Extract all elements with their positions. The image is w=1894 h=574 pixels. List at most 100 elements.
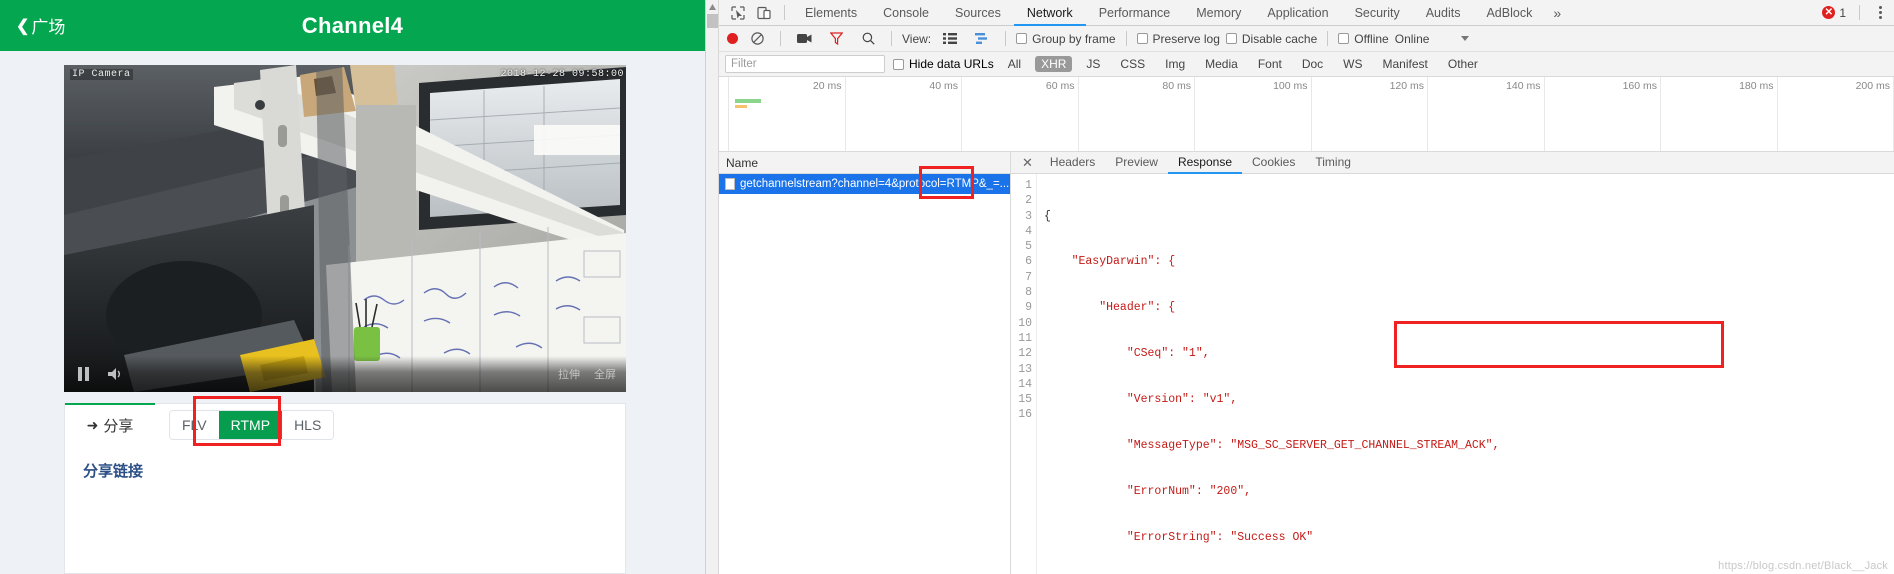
mobile-tab-strip: ➜ 分享 FLV RTMP HLS — [64, 403, 626, 446]
back-button[interactable]: ❮ 广场 — [16, 13, 65, 38]
list-view-icon[interactable] — [937, 27, 963, 51]
close-icon[interactable]: ✕ — [1015, 155, 1040, 171]
scroll-up-arrow-icon[interactable] — [708, 3, 717, 11]
device-toggle-icon[interactable] — [751, 1, 777, 25]
protocol-button-rtmp[interactable]: RTMP — [218, 411, 283, 439]
share-arrow-icon: ➜ — [86, 416, 99, 433]
detail-tab-headers[interactable]: Headers — [1040, 152, 1105, 174]
tab-security[interactable]: Security — [1342, 0, 1413, 26]
filter-type-ws[interactable]: WS — [1337, 56, 1368, 72]
detail-tab-timing[interactable]: Timing — [1305, 152, 1361, 174]
filter-type-js[interactable]: JS — [1080, 56, 1106, 72]
timeline-left-pad — [719, 77, 729, 151]
request-column-header[interactable]: Name — [719, 152, 1010, 174]
line-number: 13 — [1018, 362, 1032, 376]
tab-sources[interactable]: Sources — [942, 0, 1014, 26]
checkbox-preserve-log[interactable]: Preserve log — [1136, 31, 1220, 46]
back-label: 广场 — [31, 18, 66, 37]
share-link-heading: 分享链接 — [83, 463, 144, 480]
checkbox-hide-data-urls[interactable]: Hide data URLs — [893, 57, 994, 71]
network-timeline[interactable]: 20 ms 40 ms 60 ms 80 ms 100 ms 120 ms 14… — [719, 77, 1894, 152]
page-scrollbar[interactable] — [706, 0, 719, 574]
detail-tab-cookies[interactable]: Cookies — [1242, 152, 1305, 174]
line-number: 16 — [1018, 408, 1032, 422]
checkbox-group-by-frame[interactable]: Group by frame — [1016, 32, 1116, 46]
response-code-view[interactable]: 1 2 3 4 5 6 7 8 9 10 11 12 13 14 15 16 {… — [1011, 174, 1894, 574]
video-player[interactable]: IP Camera 2018-12-28 09:58:00 拉伸 全屏 — [64, 65, 626, 392]
checkbox-disable-cache[interactable]: Disable cache — [1225, 31, 1318, 46]
timeline-tick-label: 180 ms — [1739, 80, 1774, 92]
waterfall-view-icon[interactable] — [969, 27, 995, 51]
detail-tab-response[interactable]: Response — [1167, 152, 1242, 174]
timeline-tick-label: 160 ms — [1622, 80, 1657, 92]
fullscreen-button[interactable]: 全屏 — [594, 366, 616, 382]
protocol-button-flv[interactable]: FLV — [170, 411, 219, 439]
search-icon[interactable] — [855, 27, 881, 51]
timeline-tick-label: 100 ms — [1273, 80, 1308, 92]
filter-type-xhr[interactable]: XHR — [1035, 56, 1073, 72]
tab-adblock[interactable]: AdBlock — [1473, 0, 1545, 26]
preserve-log-label: Preserve log — [1152, 31, 1220, 46]
clear-no-entry-icon[interactable] — [744, 27, 770, 51]
code-line: "Version": "v1", — [1044, 393, 1238, 407]
code-line: "Header": { — [1044, 301, 1176, 315]
scrollbar-thumb[interactable] — [707, 14, 718, 28]
request-row[interactable]: getchannelstream?channel=4&protocol=RTMP… — [719, 174, 1010, 194]
filter-type-other[interactable]: Other — [1442, 56, 1484, 72]
devtools-body: Elements Console Sources Network Perform… — [719, 0, 1894, 574]
throttling-select[interactable]: Online — [1395, 32, 1430, 46]
checkbox-offline[interactable]: Offline — [1338, 32, 1389, 46]
line-number: 12 — [1018, 347, 1032, 361]
network-main: Name getchannelstream?channel=4&protocol… — [719, 152, 1894, 574]
record-circle-icon[interactable] — [727, 33, 738, 44]
request-list[interactable]: getchannelstream?channel=4&protocol=RTMP… — [719, 174, 1010, 574]
funnel-icon[interactable] — [823, 27, 849, 51]
tab-network[interactable]: Network — [1013, 0, 1086, 26]
tab-elements[interactable]: Elements — [792, 0, 870, 26]
camera-icon[interactable] — [791, 27, 817, 51]
toolbar-divider — [784, 5, 785, 20]
checkbox-icon[interactable] — [1225, 33, 1237, 44]
filter-type-manifest[interactable]: Manifest — [1377, 56, 1434, 72]
toolbar-divider-1 — [780, 31, 781, 46]
tabbar-divider-right — [1859, 5, 1860, 20]
chevron-double-right-icon[interactable]: » — [1545, 5, 1569, 21]
filter-type-all[interactable]: All — [1002, 56, 1027, 72]
checkbox-icon[interactable] — [1136, 33, 1148, 44]
network-toolbar: View: Group by frame Preserve log Disabl… — [719, 26, 1894, 52]
tab-performance[interactable]: Performance — [1086, 0, 1184, 26]
volume-icon[interactable] — [106, 365, 124, 383]
filter-type-img[interactable]: Img — [1159, 56, 1191, 72]
caret-down-icon[interactable] — [1461, 36, 1470, 41]
checkbox-icon[interactable] — [1338, 33, 1350, 44]
tab-console[interactable]: Console — [870, 0, 942, 26]
checkbox-icon[interactable] — [1016, 33, 1028, 44]
line-number: 2 — [1025, 194, 1032, 208]
filter-input[interactable]: Filter — [725, 55, 885, 73]
kebab-menu-icon[interactable] — [1873, 6, 1888, 19]
filter-type-font[interactable]: Font — [1252, 56, 1288, 72]
tab-audits[interactable]: Audits — [1413, 0, 1474, 26]
stretch-button[interactable]: 拉伸 — [558, 366, 580, 382]
tab-memory[interactable]: Memory — [1183, 0, 1254, 26]
code-line: "MessageType": "MSG_SC_SERVER_GET_CHANNE… — [1044, 439, 1500, 453]
video-controls[interactable]: 拉伸 全屏 — [64, 356, 626, 392]
request-detail-panel: ✕ Headers Preview Response Cookies Timin… — [1011, 152, 1894, 574]
protocol-button-hls[interactable]: HLS — [282, 411, 334, 439]
filter-type-css[interactable]: CSS — [1114, 56, 1151, 72]
timeline-tick-label: 20 ms — [812, 80, 842, 92]
inspect-cursor-icon[interactable] — [725, 1, 751, 25]
checkbox-icon[interactable] — [893, 58, 904, 70]
error-badge[interactable]: ✕ 1 — [1822, 6, 1846, 20]
tab-application[interactable]: Application — [1254, 0, 1341, 26]
timeline-tick-label: 40 ms — [929, 80, 958, 92]
tab-share[interactable]: ➜ 分享 — [65, 403, 155, 445]
pause-icon[interactable] — [74, 365, 92, 383]
line-number: 9 — [1025, 301, 1032, 315]
disable-cache-label: Disable cache — [1241, 31, 1318, 46]
filter-type-doc[interactable]: Doc — [1296, 56, 1329, 72]
share-link-panel: 分享链接 — [64, 446, 626, 574]
detail-tab-preview[interactable]: Preview — [1105, 152, 1168, 174]
video-frame — [64, 65, 626, 392]
filter-type-media[interactable]: Media — [1199, 56, 1244, 72]
